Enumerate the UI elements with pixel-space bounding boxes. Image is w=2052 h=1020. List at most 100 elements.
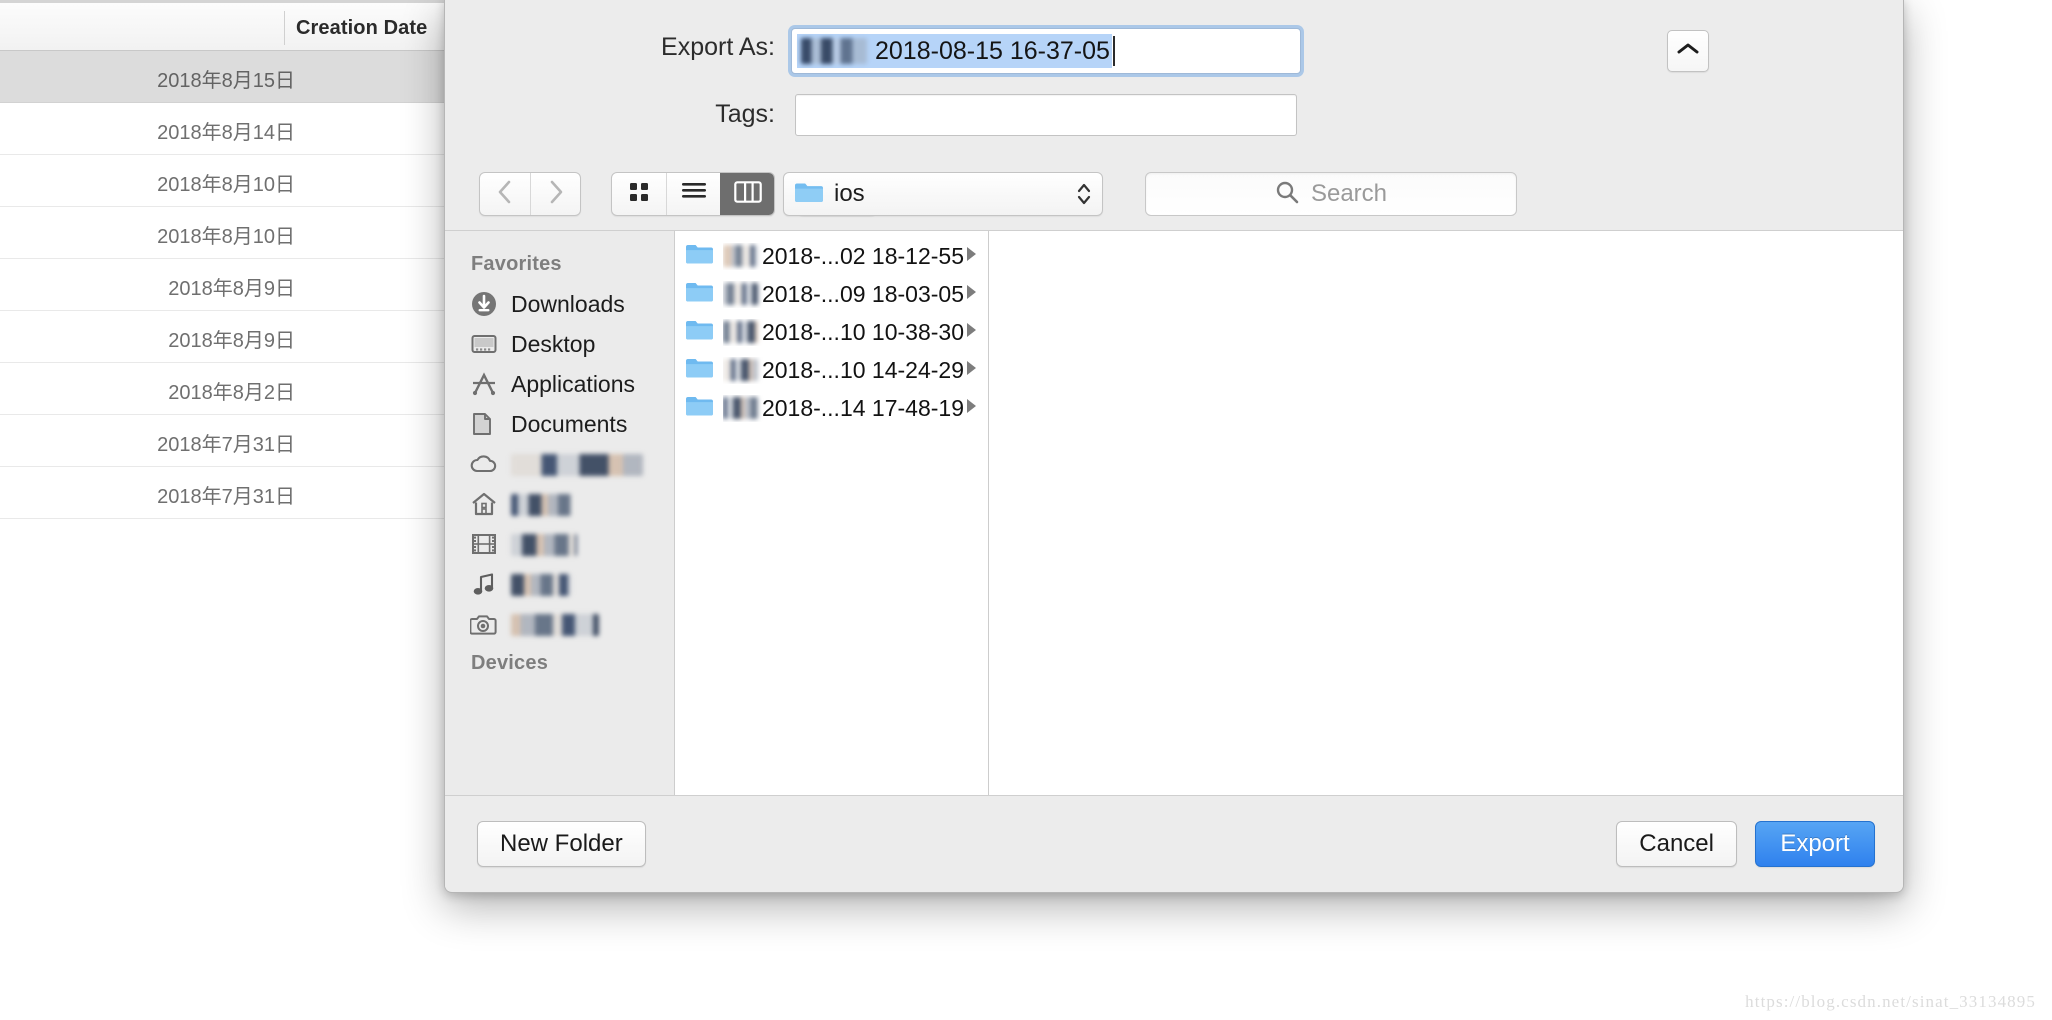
view-mode-segmented-control [611,172,775,216]
sidebar: Favorites Downloads Desktop Applications… [445,231,675,795]
chevron-up-icon [1677,42,1699,61]
file-list-item[interactable]: 2018-...09 18-03-05 [675,275,988,313]
creation-date-cell: 2018年8月15日 [157,70,295,92]
desktop-icon [467,329,501,359]
search-input[interactable]: Search [1145,172,1517,216]
forward-button[interactable] [530,173,580,215]
redacted-text [723,359,759,381]
sidebar-item-label [511,491,571,518]
back-button[interactable] [480,173,530,215]
disclosure-collapse-button[interactable] [1667,30,1709,72]
column-header-creation-date[interactable]: Creation Date [296,17,427,40]
sidebar-item-icloud-drive[interactable] [445,444,674,484]
sidebar-item-applications[interactable]: Applications [445,364,674,404]
chevron-right-icon [964,397,980,420]
sidebar-item-label: Documents [511,410,628,437]
redacted-text [723,245,759,267]
sidebar-item-label [511,451,643,478]
sidebar-item-music[interactable] [445,564,674,604]
chevron-right-icon [964,245,980,268]
list-view-button[interactable] [666,173,720,215]
creation-date-cell: 2018年7月31日 [157,486,295,508]
file-list-item[interactable]: 2018-...02 18-12-55 [675,237,988,275]
file-list-item[interactable]: 2018-...10 14-24-29 [675,351,988,389]
file-list-item[interactable]: 2018-...10 10-38-30 [675,313,988,351]
creation-date-cell: 2018年8月10日 [157,226,295,248]
sidebar-item-label [511,611,599,638]
chevron-right-icon [964,359,980,382]
redacted-text [511,494,571,517]
screen: Creation Date 2018年8月15日 2018年8月14日 2018年8… [0,0,2052,1020]
file-name-text: 2018-...02 18-12-55 [761,242,964,269]
sidebar-item-label: Desktop [511,330,596,357]
new-folder-button[interactable]: New Folder [477,820,646,867]
file-name-text: 2018-...10 10-38-30 [761,318,964,345]
file-name: 2018-...09 18-03-05 [723,281,964,308]
chevron-right-icon [548,179,564,210]
file-name-text: 2018-...09 18-03-05 [761,280,964,307]
file-browser: Favorites Downloads Desktop Applications… [445,230,1903,795]
column-divider [284,11,285,45]
sidebar-item-pictures[interactable] [445,604,674,644]
sidebar-item-home[interactable] [445,484,674,524]
chevron-left-icon [497,179,513,210]
dialog-action-buttons: Cancel Export [1616,820,1875,867]
creation-date-cell: 2018年8月14日 [157,122,295,144]
columns-icon [733,180,762,208]
creation-date-cell: 2018年8月9日 [168,278,295,300]
folder-icon [685,356,715,385]
creation-date-cell: 2018年7月31日 [157,434,295,456]
redacted-text [723,283,759,305]
cancel-button[interactable]: Cancel [1616,820,1737,867]
home-icon [467,489,501,519]
watermark: https://blog.csdn.net/sinat_33134895 [1745,992,2036,1011]
sidebar-item-movies[interactable] [445,524,674,564]
path-popup-button[interactable]: ios [783,172,1103,216]
folder-icon [685,318,715,347]
grid-icon [627,180,651,209]
dialog-bottom-bar: New Folder Cancel Export [445,795,1903,891]
tags-input[interactable] [795,94,1297,136]
redacted-text [723,397,759,419]
file-list-item[interactable]: 2018-...14 17-48-19 [675,389,988,427]
folder-icon [685,394,715,423]
pictures-icon [467,609,501,639]
file-name: 2018-...10 10-38-30 [723,319,964,346]
creation-date-cell: 2018年8月2日 [168,382,295,404]
file-name: 2018-...02 18-12-55 [723,243,964,270]
folder-icon [685,242,715,271]
redacted-name-prefix [801,38,867,64]
sidebar-section-header: Devices [471,652,549,674]
export-as-value: 2018-08-15 16-37-05 [875,36,1110,65]
icon-view-button[interactable] [612,173,666,215]
file-name-text: 2018-...14 17-48-19 [761,394,964,421]
export-as-input[interactable]: 2018-08-15 16-37-05 [791,28,1301,74]
redacted-text [723,321,759,343]
sidebar-item-downloads[interactable]: Downloads [445,284,674,324]
column-pane: 2018-...02 18-12-55 2018-...09 18-03-05 … [675,231,989,795]
list-icon [681,181,707,208]
cloud-icon [467,449,501,479]
sidebar-item-label: Applications [511,370,636,397]
movies-icon [467,529,501,559]
download-circle-icon [467,289,501,319]
sidebar-item-label [511,571,571,598]
dialog-name-area: Export As: 2018-08-15 16-37-05 Tags: [445,0,1903,158]
sidebar-item-documents[interactable]: Documents [445,404,674,444]
dialog-toolbar: ios Search [445,158,1903,230]
sidebar-section-header: Favorites [471,253,562,275]
navigation-buttons [479,172,581,216]
export-dialog: Export As: 2018-08-15 16-37-05 Tags: ios… [444,0,1904,893]
column-view-button[interactable] [720,173,774,215]
folder-icon [685,280,715,309]
export-as-label: Export As: [661,33,775,61]
up-down-icon [1076,180,1092,208]
redacted-text [511,574,571,597]
sidebar-item-label [511,531,577,558]
sidebar-item-desktop[interactable]: Desktop [445,324,674,364]
chevron-right-icon [964,283,980,306]
documents-icon [467,409,501,439]
creation-date-cell: 2018年8月9日 [168,330,295,352]
export-button[interactable]: Export [1755,820,1875,867]
redacted-text [511,454,643,477]
